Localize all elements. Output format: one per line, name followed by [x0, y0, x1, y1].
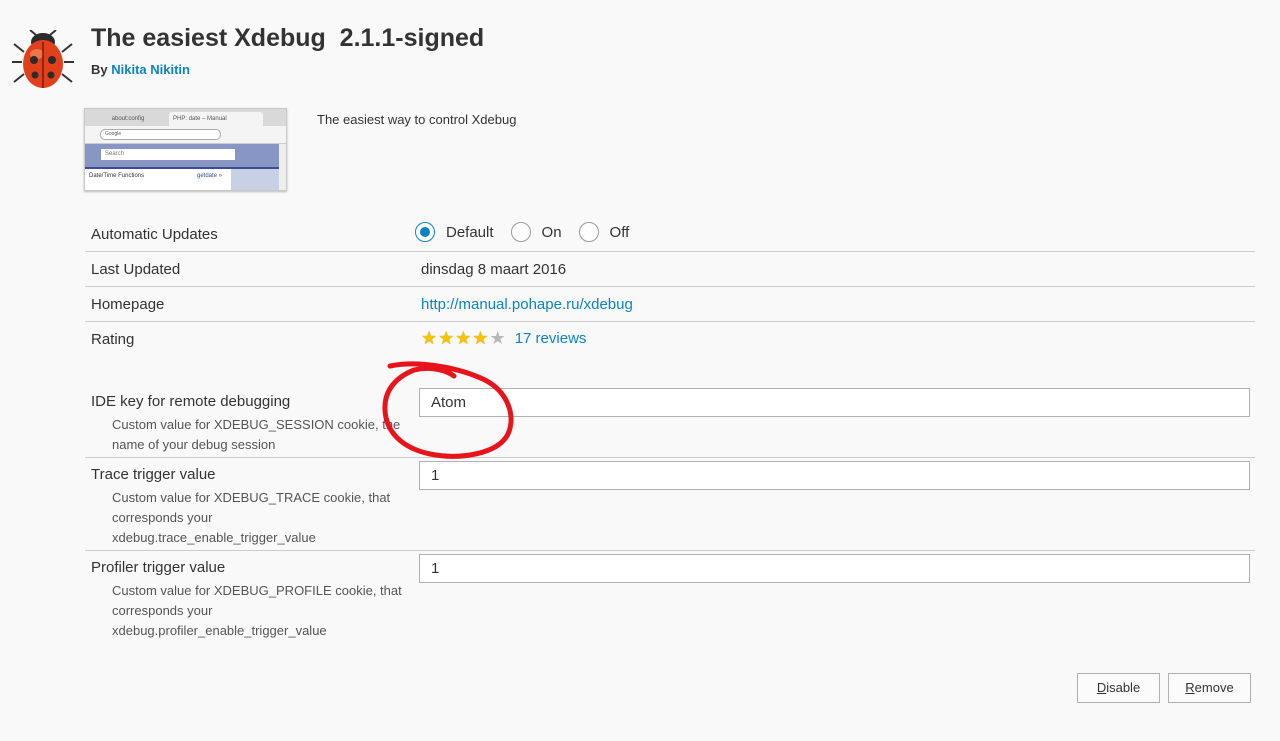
- preview-tabbar: about:config PHP: date – Manual: [85, 109, 286, 126]
- reviews-link[interactable]: 17 reviews: [515, 330, 587, 347]
- radio-default[interactable]: [415, 222, 435, 242]
- updates-label: Automatic Updates: [91, 226, 218, 243]
- updates-radio-group: Default On Off: [415, 222, 646, 242]
- star-empty-icon: ★: [489, 328, 506, 348]
- addon-description: The easiest way to control Xdebug: [317, 112, 517, 127]
- preview-tab-active: PHP: date – Manual: [169, 112, 263, 126]
- homepage-label: Homepage: [91, 296, 165, 313]
- ide-key-input[interactable]: Atom: [419, 388, 1250, 417]
- radio-on[interactable]: [510, 222, 531, 242]
- disable-accesskey: D: [1096, 680, 1107, 695]
- rating-stars: ★ ★ ★ ★ ★ 17 reviews: [421, 329, 586, 347]
- radio-off-label[interactable]: Off: [610, 224, 630, 241]
- last-updated-value: dinsdag 8 maart 2016: [421, 261, 567, 278]
- star-full-icon: ★: [421, 328, 438, 348]
- radio-on-label[interactable]: On: [542, 224, 562, 241]
- preview-tab: about:config: [111, 116, 145, 122]
- preview-navbar: Google: [85, 126, 286, 144]
- row-automatic-updates: Automatic Updates Default On Off: [85, 216, 1255, 252]
- row-rating: Rating ★ ★ ★ ★ ★ 17 reviews: [85, 322, 1255, 356]
- row-last-updated: dinsdag 8 maart 2016 Last Updated: [85, 252, 1255, 287]
- ladybug-icon: [10, 29, 76, 92]
- disable-label: isable: [1106, 680, 1141, 695]
- preview-text: Date/Time Functions: [89, 173, 145, 179]
- homepage-link[interactable]: http://manual.pohape.ru/xdebug: [421, 296, 633, 313]
- by-label: By: [91, 62, 108, 77]
- author-link[interactable]: Nikita Nikitin: [111, 62, 190, 77]
- pref-profiler-help: Custom value for XDEBUG_PROFILE cookie, …: [112, 583, 402, 638]
- annotation-circle: [382, 361, 514, 459]
- pref-ide-key-label: IDE key for remote debugging: [91, 393, 291, 410]
- addon-title: The easiest Xdebug 2.1.1-signed: [91, 24, 485, 52]
- preview-scrollbar: [279, 144, 286, 190]
- pref-ide-key-help: Custom value for XDEBUG_SESSION cookie, …: [112, 417, 401, 452]
- preview-link: getdate »: [197, 173, 223, 179]
- author-line: By Nikita Nikitin: [91, 62, 190, 77]
- pref-trace-label: Trace trigger value: [91, 466, 216, 483]
- pref-profiler-label: Profiler trigger value: [91, 559, 226, 576]
- remove-button[interactable]: Remove: [1168, 673, 1251, 703]
- remove-accesskey: R: [1185, 680, 1195, 695]
- pref-trace-help: Custom value for XDEBUG_TRACE cookie, th…: [112, 490, 391, 545]
- rating-label: Rating: [91, 331, 135, 348]
- radio-off[interactable]: [578, 222, 599, 242]
- disable-button[interactable]: Disable: [1077, 673, 1160, 703]
- preview-sidebar: [231, 169, 279, 190]
- preview-search: Search: [101, 149, 235, 160]
- star-full-icon: ★: [455, 328, 472, 348]
- pref-divider: [85, 550, 1255, 551]
- trace-trigger-input[interactable]: 1: [419, 461, 1250, 490]
- remove-label: emove: [1194, 680, 1234, 695]
- preview-urlbar: Google: [100, 129, 221, 140]
- star-full-icon: ★: [472, 328, 489, 348]
- preview-header-band: Search: [85, 144, 279, 167]
- star-full-icon: ★: [438, 328, 455, 348]
- row-homepage: Homepage http://manual.pohape.ru/xdebug: [85, 287, 1255, 322]
- pref-divider: [85, 457, 1255, 458]
- profiler-trigger-input[interactable]: 1: [419, 554, 1250, 583]
- addon-screenshot[interactable]: about:config PHP: date – Manual Google S…: [84, 108, 287, 191]
- radio-default-label[interactable]: Default: [446, 224, 494, 241]
- last-updated-label: Last Updated: [91, 261, 181, 278]
